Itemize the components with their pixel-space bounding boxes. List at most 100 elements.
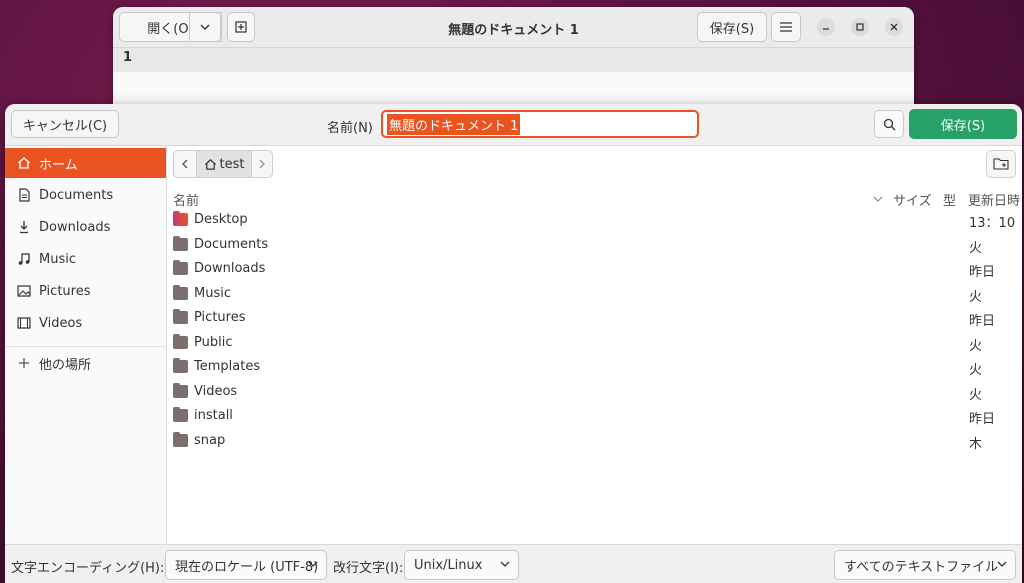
sidebar-item-videos[interactable]: Videos bbox=[5, 308, 166, 338]
file-row[interactable]: Documents 火 bbox=[167, 234, 1022, 258]
cancel-button-label: キャンセル(C) bbox=[22, 118, 108, 134]
open-dropdown-button[interactable] bbox=[189, 12, 221, 42]
file-row[interactable]: Videos 火 bbox=[167, 381, 1022, 405]
newline-select[interactable]: Unix/Linux bbox=[404, 550, 519, 580]
sidebar-item-label: Videos bbox=[39, 315, 83, 331]
dialog-header: キャンセル(C) 名前(N) 無題のドキュメント 1 保存(S) bbox=[5, 104, 1022, 146]
encoding-select[interactable]: 現在のロケール (UTF-8) bbox=[165, 550, 327, 580]
file-name: Desktop bbox=[194, 212, 248, 227]
maximize-icon bbox=[856, 23, 864, 31]
file-modified: 火 bbox=[969, 289, 983, 305]
file-row[interactable]: Music 火 bbox=[167, 283, 1022, 307]
dialog-footer: 文字エンコーディング(H): 現在のロケール (UTF-8) 改行文字(I): … bbox=[5, 544, 1022, 583]
dialog-save-label: 保存(S) bbox=[940, 118, 986, 134]
filename-input[interactable]: 無題のドキュメント 1 bbox=[381, 110, 699, 138]
file-row[interactable]: Desktop 13：10 bbox=[167, 209, 1022, 233]
sidebar-item-downloads[interactable]: Downloads bbox=[5, 212, 166, 242]
file-row[interactable]: Downloads 昨日 bbox=[167, 258, 1022, 282]
folder-icon bbox=[173, 309, 188, 324]
file-name: Videos bbox=[194, 383, 238, 399]
music-icon bbox=[17, 252, 31, 266]
column-header-type[interactable]: 型 bbox=[943, 190, 956, 209]
dialog-save-button[interactable]: 保存(S) bbox=[909, 109, 1017, 139]
filename-label: 名前(N) bbox=[327, 121, 373, 136]
sidebar-item-music[interactable]: Music bbox=[5, 244, 166, 274]
plus-icon bbox=[17, 356, 31, 370]
sidebar-item-other-locations[interactable]: 他の場所 bbox=[5, 348, 166, 378]
minimize-button[interactable] bbox=[817, 18, 835, 36]
newline-label: 改行文字(I): bbox=[333, 561, 404, 576]
path-forward-button[interactable] bbox=[251, 151, 272, 177]
file-name: Music bbox=[194, 285, 231, 301]
column-header-name[interactable]: 名前 bbox=[173, 190, 199, 209]
file-modified: 昨日 bbox=[969, 265, 996, 280]
file-modified: 火 bbox=[969, 363, 983, 378]
file-name: snap bbox=[194, 432, 226, 448]
line-number: 1 bbox=[123, 50, 133, 65]
editor-header: 開く(O) 無題のドキュメント 1 保存(S) bbox=[113, 7, 914, 48]
file-filter-select[interactable]: すべてのテキストファイル bbox=[834, 550, 1016, 580]
new-document-icon bbox=[235, 21, 247, 33]
path-segment-home[interactable]: test bbox=[197, 151, 251, 177]
search-icon bbox=[883, 118, 895, 130]
path-back-button[interactable] bbox=[174, 151, 197, 177]
folder-icon bbox=[173, 211, 188, 226]
menu-icon bbox=[780, 22, 792, 32]
new-tab-button[interactable] bbox=[227, 12, 255, 42]
hamburger-menu-button[interactable] bbox=[771, 12, 801, 42]
sidebar-item-label: Pictures bbox=[39, 283, 91, 299]
sidebar-item-pictures[interactable]: Pictures bbox=[5, 276, 166, 306]
sidebar-item-label: Downloads bbox=[39, 219, 111, 235]
file-name: Documents bbox=[194, 236, 269, 252]
new-folder-button[interactable] bbox=[986, 150, 1016, 178]
file-name: install bbox=[194, 408, 233, 423]
sort-chevron-icon bbox=[873, 196, 883, 202]
file-row[interactable]: snap 木 bbox=[167, 430, 1022, 454]
folder-icon bbox=[173, 333, 188, 349]
file-filter-value: すべてのテキストファイル bbox=[844, 559, 999, 575]
editor-save-button[interactable]: 保存(S) bbox=[697, 12, 767, 42]
sidebar-item-label: 他の場所 bbox=[39, 357, 92, 373]
file-name: Downloads bbox=[194, 261, 266, 276]
column-header-modified[interactable]: 更新日時 bbox=[968, 190, 1020, 209]
close-icon bbox=[890, 23, 898, 31]
chevron-down-icon bbox=[308, 561, 318, 567]
home-icon bbox=[204, 158, 216, 170]
file-name: Pictures bbox=[194, 310, 246, 325]
file-name: Templates bbox=[194, 359, 261, 374]
file-modified: 木 bbox=[969, 436, 983, 452]
encoding-label: 文字エンコーディング(H): bbox=[11, 561, 165, 576]
file-modified: 昨日 bbox=[969, 314, 996, 329]
file-modified: 火 bbox=[969, 240, 983, 256]
folder-icon bbox=[173, 407, 188, 422]
current-line-highlight bbox=[113, 48, 914, 72]
folder-icon bbox=[173, 431, 188, 447]
cancel-button[interactable]: キャンセル(C) bbox=[11, 110, 119, 138]
maximize-button[interactable] bbox=[851, 18, 869, 36]
folder-icon bbox=[173, 358, 188, 373]
newline-value: Unix/Linux bbox=[414, 557, 483, 573]
document-icon bbox=[17, 188, 31, 202]
file-row[interactable]: install 昨日 bbox=[167, 405, 1022, 429]
chevron-down-icon bbox=[997, 561, 1007, 567]
search-button[interactable] bbox=[874, 110, 904, 138]
sidebar-item-home[interactable]: ホーム bbox=[5, 148, 166, 178]
folder-icon bbox=[173, 284, 188, 300]
download-icon bbox=[17, 220, 31, 234]
file-modified: 火 bbox=[969, 387, 983, 403]
file-row[interactable]: Public 火 bbox=[167, 332, 1022, 356]
path-segment-label: test bbox=[219, 156, 245, 172]
file-name: Public bbox=[194, 334, 233, 350]
picture-icon bbox=[17, 284, 31, 298]
sidebar-item-documents[interactable]: Documents bbox=[5, 180, 166, 210]
file-modified: 13：10 bbox=[969, 216, 1016, 231]
close-button[interactable] bbox=[885, 18, 903, 36]
file-row[interactable]: Templates 火 bbox=[167, 356, 1022, 380]
file-row[interactable]: Pictures 昨日 bbox=[167, 307, 1022, 331]
file-modified: 昨日 bbox=[969, 412, 996, 427]
column-header-size[interactable]: サイズ bbox=[893, 190, 932, 209]
chevron-down-icon bbox=[200, 24, 210, 30]
folder-icon bbox=[173, 382, 188, 398]
open-button-label: 開く(O) bbox=[147, 21, 194, 37]
editor-save-label: 保存(S) bbox=[709, 21, 755, 37]
